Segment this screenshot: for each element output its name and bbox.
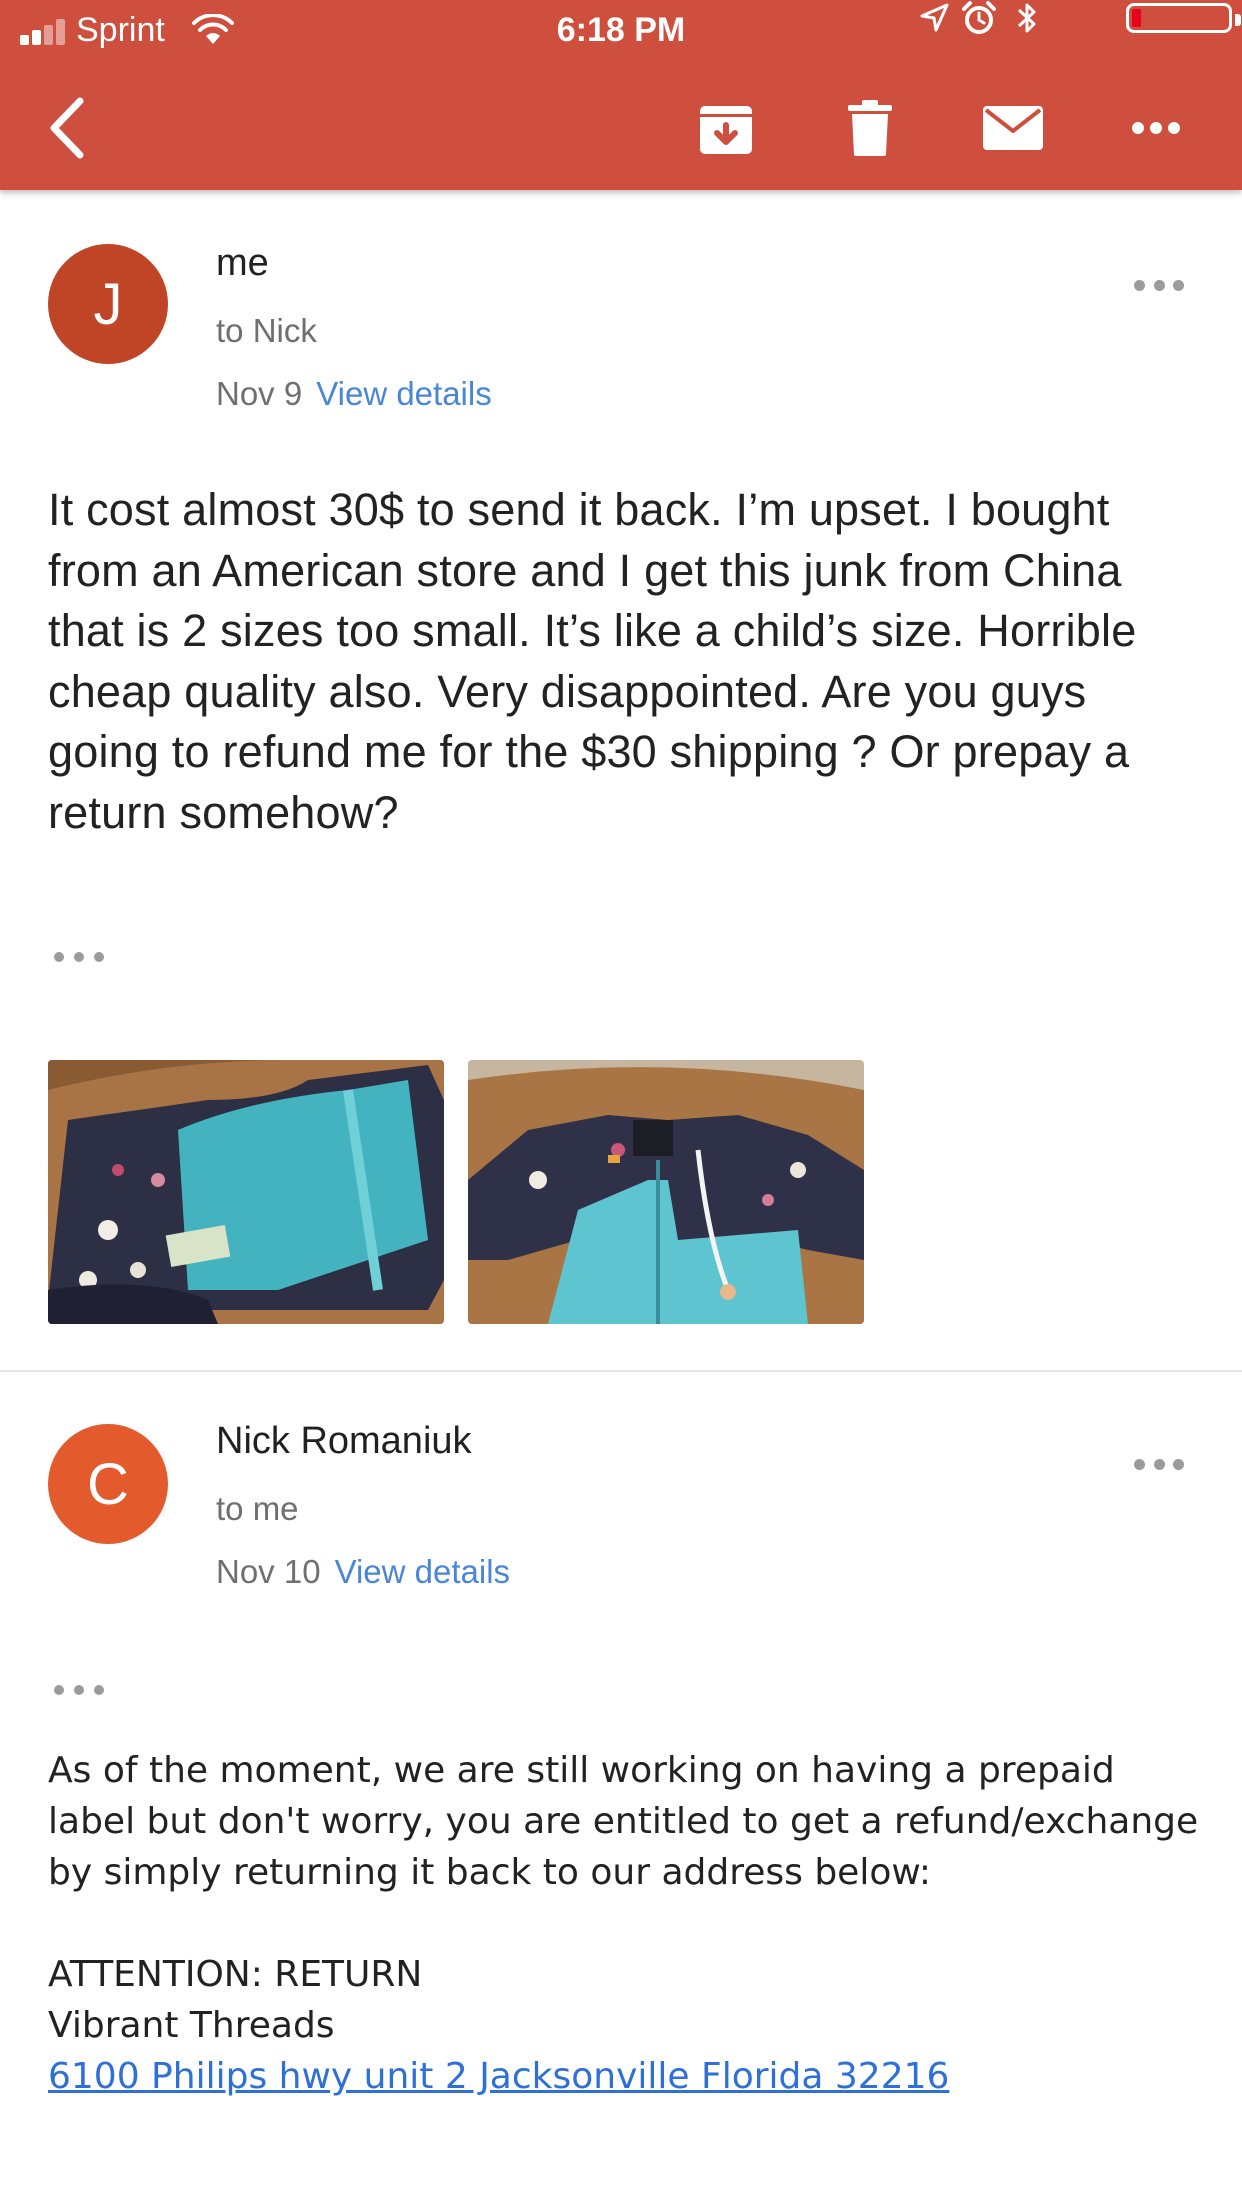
show-trimmed-content-button[interactable] — [54, 1683, 104, 1697]
message-more-button[interactable] — [1134, 275, 1184, 295]
delete-button[interactable] — [834, 92, 906, 164]
photo-jacket-image — [48, 1060, 444, 1324]
attention-line: ATTENTION: RETURN — [48, 1954, 423, 1995]
show-trimmed-content-button[interactable] — [54, 950, 104, 964]
battery-icon — [1126, 3, 1241, 33]
date-line: Nov 9 View details — [216, 375, 492, 413]
message-date: Nov 10 — [216, 1553, 321, 1590]
avatar-letter: J — [93, 271, 123, 337]
trash-icon — [848, 100, 892, 156]
bluetooth-icon — [1017, 3, 1036, 33]
message-header[interactable]: C Nick Romaniuk to me Nov 10 View details — [0, 1408, 1242, 1608]
more-dots-icon — [1134, 279, 1145, 291]
sender-name: Nick Romaniuk — [216, 1420, 472, 1462]
sender-name: me — [216, 242, 269, 284]
body-paragraph: As of the moment, we are still working o… — [48, 1750, 1199, 1893]
avatar: C — [48, 1424, 168, 1544]
view-details-link[interactable]: View details — [316, 375, 492, 412]
location-arrow-icon — [920, 3, 949, 32]
message-more-button[interactable] — [1134, 1454, 1184, 1474]
photo-jacket-image — [468, 1060, 864, 1324]
attachment-thumbnail[interactable] — [468, 1060, 864, 1324]
mark-unread-button[interactable] — [977, 92, 1049, 164]
company-name: Vibrant Threads — [48, 2005, 335, 2046]
alarm-clock-icon — [962, 1, 996, 34]
ellipsis-icon — [54, 952, 64, 962]
more-horizontal-icon — [1132, 122, 1180, 134]
status-time: 6:18 PM — [556, 11, 686, 49]
more-dots-icon — [1134, 1458, 1145, 1470]
avatar: J — [48, 244, 168, 364]
recipient-line: to me — [216, 1490, 299, 1527]
recipient-line: to Nick — [216, 312, 317, 349]
message-date: Nov 9 — [216, 375, 303, 412]
status-bar: Sprint 6:18 PM — [0, 0, 1242, 62]
address-link[interactable]: 6100 Philips hwy unit 2 Jacksonville Flo… — [48, 2056, 949, 2097]
archive-button[interactable] — [690, 92, 762, 164]
avatar-letter: C — [87, 1451, 129, 1517]
more-options-button[interactable] — [1120, 92, 1192, 164]
archive-icon — [700, 106, 752, 154]
message-divider — [0, 1370, 1242, 1372]
app-header: Sprint 6:18 PM — [0, 0, 1242, 190]
date-line: Nov 10 View details — [216, 1553, 510, 1591]
mail-icon — [983, 106, 1043, 150]
email-toolbar — [0, 62, 1242, 190]
message-body: As of the moment, we are still working o… — [48, 1745, 1208, 2102]
ellipsis-icon — [54, 1685, 64, 1695]
message-header[interactable]: J me to Nick Nov 9 View details — [0, 230, 1242, 430]
attachment-thumbnail[interactable] — [48, 1060, 444, 1324]
battery-level — [1132, 9, 1141, 27]
message-body: It cost almost 30$ to send it back. I’m … — [48, 484, 1137, 838]
back-arrow-icon — [50, 97, 84, 159]
back-button[interactable] — [30, 92, 102, 164]
view-details-link[interactable]: View details — [335, 1553, 511, 1590]
